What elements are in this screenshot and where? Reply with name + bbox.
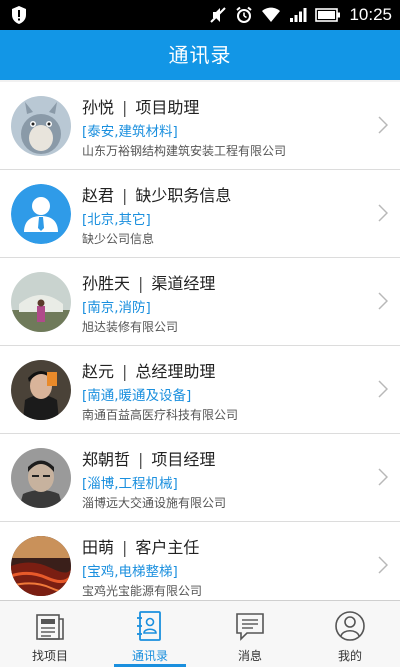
message-icon: [236, 613, 264, 641]
chevron-right-icon: [378, 468, 388, 486]
contact-title: 项目助理: [135, 98, 200, 117]
chevron-right-icon: [378, 204, 388, 222]
contact-tags: [宝鸡,电梯整梯]: [82, 564, 178, 580]
contact-row[interactable]: 田萌 | 客户主任 [宝鸡,电梯整梯] 宝鸡光宝能源有限公司: [0, 522, 400, 600]
chevron-right-icon: [378, 380, 388, 398]
contact-row[interactable]: 赵元 | 总经理助理 [南通,暖通及设备] 南通百益高医疗科技有限公司: [0, 346, 400, 434]
status-bar: 10:25: [0, 0, 400, 30]
contact-tags: [泰安,建筑材料]: [82, 124, 178, 140]
contact-name: 孙胜天: [82, 274, 131, 293]
contact-company: 宝鸡光宝能源有限公司: [82, 584, 203, 598]
contact-row[interactable]: 郑朝哲 | 项目经理 [淄博,工程机械] 淄博远大交通设施有限公司: [0, 434, 400, 522]
shield-icon: [12, 6, 26, 24]
contact-name-line: 田萌 | 客户主任: [82, 538, 200, 557]
newspaper-icon: [36, 614, 64, 640]
contact-name: 郑朝哲: [82, 450, 131, 469]
contact-name: 孙悦: [82, 98, 115, 117]
contact-name-line: 赵君 | 缺少职务信息: [82, 186, 232, 205]
contact-list[interactable]: 孙悦 | 项目助理 [泰安,建筑材料] 山东万裕钢结构建筑安装工程有限公司 赵君 | 缺…: [0, 82, 400, 600]
chevron-right-icon: [378, 292, 388, 310]
tab-me[interactable]: 我的: [300, 601, 400, 667]
contact-name: 赵元: [82, 362, 115, 381]
tab-label: 消息: [237, 649, 262, 663]
contact-avatar: [11, 448, 71, 508]
contact-company: 南通百益高医疗科技有限公司: [82, 408, 239, 422]
contacts-book-icon: [137, 611, 161, 641]
tab-label: 我的: [337, 649, 362, 663]
contact-title: 缺少职务信息: [135, 186, 232, 205]
contact-title: 渠道经理: [151, 274, 216, 293]
battery-icon: [315, 8, 341, 22]
signal-icon: [290, 8, 307, 22]
clock-time: 10:25: [349, 5, 392, 24]
chevron-right-icon: [378, 116, 388, 134]
contact-name: 田萌: [82, 538, 115, 557]
contact-tags: [南京,消防]: [82, 300, 151, 316]
mute-icon: [210, 7, 227, 23]
contact-company: 山东万裕钢结构建筑安装工程有限公司: [82, 144, 287, 158]
alarm-icon: [236, 6, 253, 23]
contact-tags: [淄博,工程机械]: [82, 476, 178, 492]
tab-find-projects[interactable]: 找项目: [0, 601, 100, 667]
tab-messages[interactable]: 消息: [200, 601, 300, 667]
contact-tags: [南通,暖通及设备]: [82, 388, 192, 404]
bottom-tab-bar: 找项目 通讯录 消息 我的: [0, 600, 400, 667]
chevron-right-icon: [378, 556, 388, 574]
app-header: 通讯录: [0, 30, 400, 80]
wifi-icon: [262, 7, 281, 22]
contact-avatar: [11, 536, 71, 596]
contact-tags: [北京,其它]: [82, 212, 151, 228]
user-icon: [335, 611, 365, 641]
contact-row[interactable]: 孙悦 | 项目助理 [泰安,建筑材料] 山东万裕钢结构建筑安装工程有限公司: [0, 82, 400, 170]
contact-name-line: 赵元 | 总经理助理: [82, 362, 216, 381]
contact-title: 总经理助理: [135, 362, 216, 381]
contact-company: 缺少公司信息: [82, 232, 155, 246]
contact-title: 项目经理: [151, 450, 216, 469]
contact-name-line: 郑朝哲 | 项目经理: [82, 450, 216, 469]
tab-contacts[interactable]: 通讯录: [100, 601, 200, 667]
contact-name: 赵君: [82, 186, 115, 205]
contact-avatar: [11, 96, 71, 156]
tab-label: 通讯录: [131, 649, 168, 663]
contact-avatar: [11, 272, 71, 332]
contact-name-line: 孙胜天 | 渠道经理: [82, 274, 216, 293]
page-title: 通讯录: [168, 43, 232, 67]
contact-company: 淄博远大交通设施有限公司: [82, 496, 227, 510]
contact-title: 客户主任: [135, 538, 200, 557]
contact-row[interactable]: 赵君 | 缺少职务信息 [北京,其它] 缺少公司信息: [0, 170, 400, 258]
tab-label: 找项目: [31, 649, 68, 663]
contact-company: 旭达装修有限公司: [82, 320, 179, 334]
contact-row[interactable]: 孙胜天 | 渠道经理 [南京,消防] 旭达装修有限公司: [0, 258, 400, 346]
contact-avatar: [11, 184, 71, 244]
contact-avatar: [11, 360, 71, 420]
contact-name-line: 孙悦 | 项目助理: [82, 98, 200, 117]
